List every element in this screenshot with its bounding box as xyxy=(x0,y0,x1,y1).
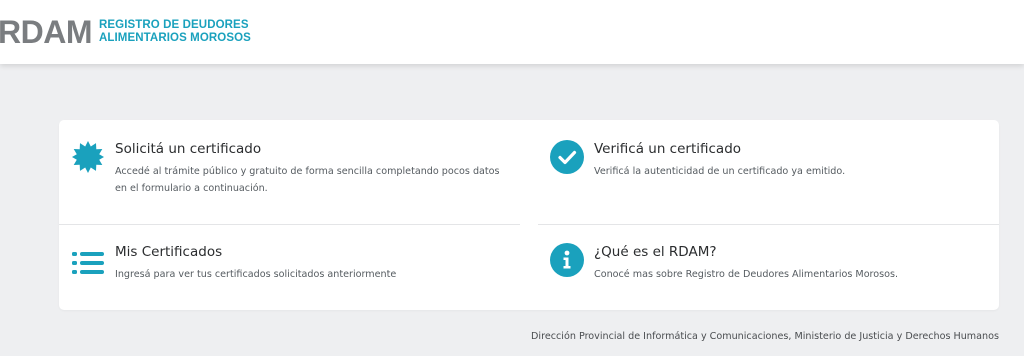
request-certificate-title: Solicitá un certificado xyxy=(115,141,262,157)
my-certificates-title: Mis Certificados xyxy=(115,244,223,260)
verify-certificate-item[interactable]: Verificá un certificado Verificá la aute… xyxy=(550,140,845,180)
logo-subtitle-line1: REGISTRO DE DEUDORES xyxy=(98,19,249,31)
logo-subtitle-line2: ALIMENTARIOS MOROSOS xyxy=(98,32,251,44)
my-certificates-item[interactable]: Mis Certificados Ingresá para ver tus ce… xyxy=(71,243,396,283)
menu-card: Solicitá un certificado Accedé al trámit… xyxy=(59,120,999,310)
rdam-logo[interactable]: RDAM REGISTRO DE DEUDORES ALIMENTARIOS M… xyxy=(0,16,251,48)
check-circle-icon xyxy=(550,140,584,174)
about-rdam-item[interactable]: ¿Qué es el RDAM? Conocé mas sobre Regist… xyxy=(550,243,898,283)
request-certificate-desc-line1: Accedé al trámite público y gratuito de … xyxy=(115,166,500,177)
verify-certificate-title: Verificá un certificado xyxy=(594,141,742,157)
verify-certificate-desc: Verificá la autenticidad de un certifica… xyxy=(594,166,846,177)
about-rdam-title: ¿Qué es el RDAM? xyxy=(594,244,717,260)
request-certificate-desc-line2: en el formulario a continuación. xyxy=(115,183,268,194)
about-rdam-desc: Conocé mas sobre Registro de Deudores Al… xyxy=(594,269,899,280)
badge-icon xyxy=(71,140,105,174)
footer-credit: Dirección Provincial de Informática y Co… xyxy=(531,331,999,342)
my-certificates-desc: Ingresá para ver tus certificados solici… xyxy=(115,269,397,280)
divider-right xyxy=(538,224,999,225)
divider-left xyxy=(59,224,520,225)
logo-mark: RDAM xyxy=(0,14,92,50)
logo-subtitle: REGISTRO DE DEUDORES ALIMENTARIOS MOROSO… xyxy=(99,19,251,45)
info-circle-icon xyxy=(550,243,584,277)
header: RDAM REGISTRO DE DEUDORES ALIMENTARIOS M… xyxy=(0,0,1024,64)
request-certificate-desc: Accedé al trámite público y gratuito de … xyxy=(115,163,500,197)
list-icon xyxy=(71,243,105,277)
request-certificate-item[interactable]: Solicitá un certificado Accedé al trámit… xyxy=(71,140,500,197)
